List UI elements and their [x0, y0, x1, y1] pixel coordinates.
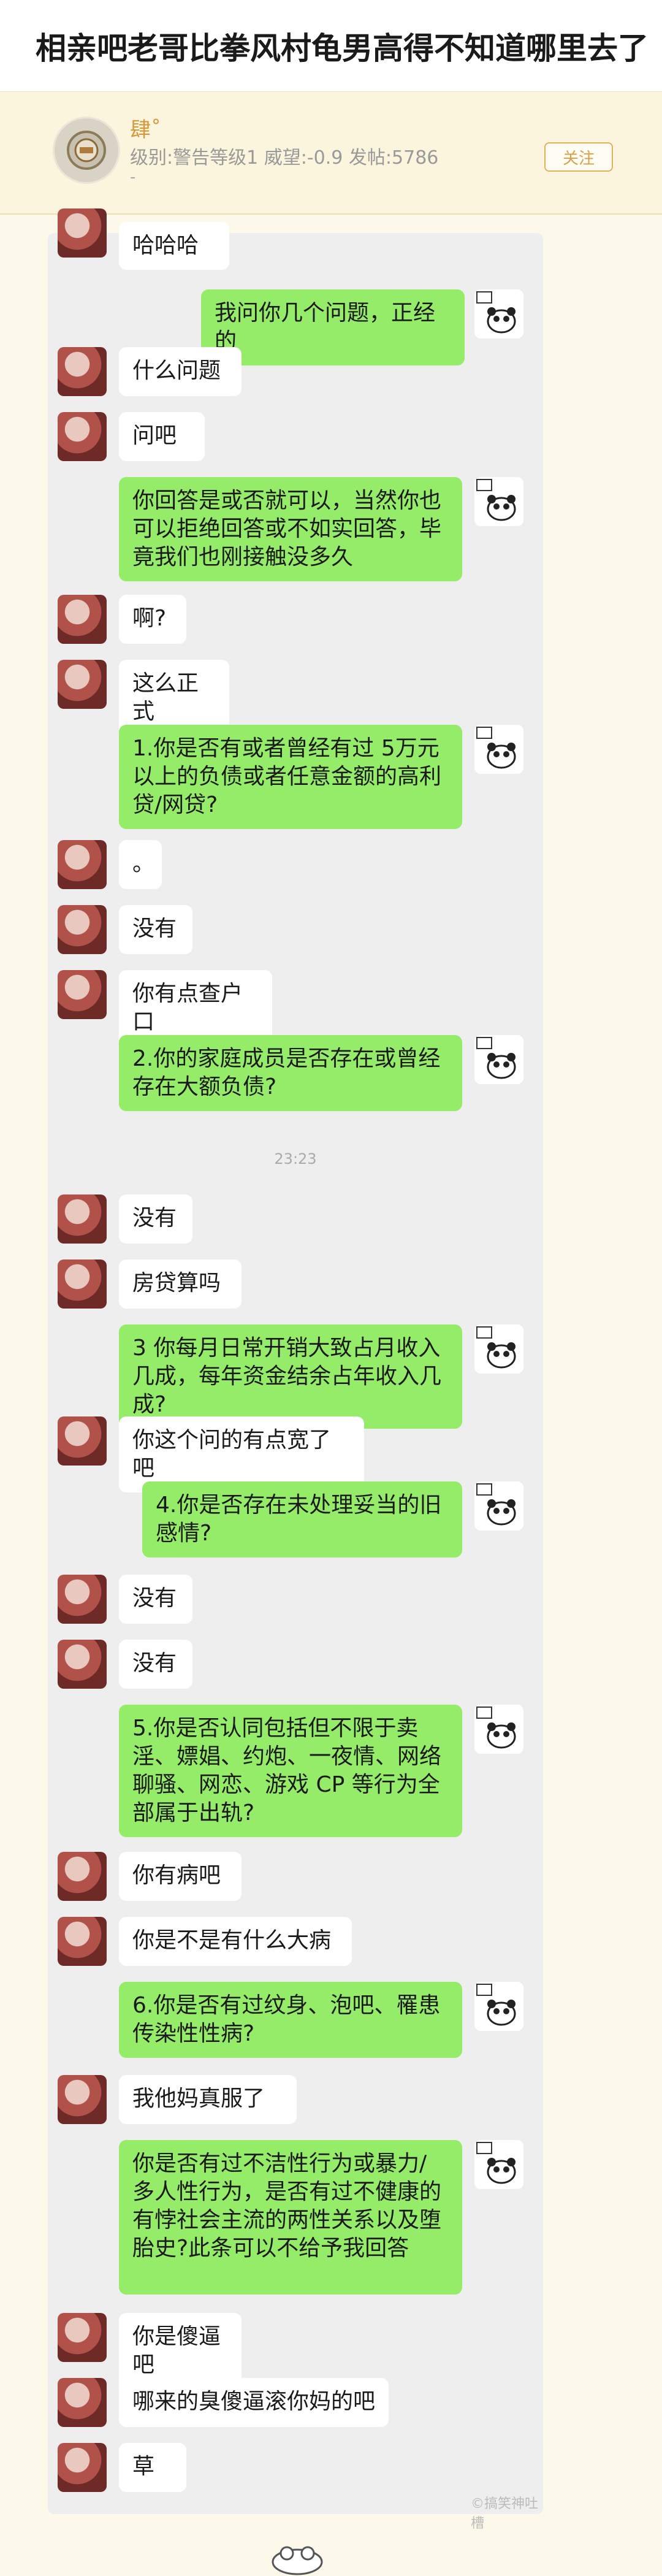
contact-avatar[interactable]: [58, 1640, 107, 1689]
received-message: 什么问题: [119, 347, 242, 396]
contact-avatar[interactable]: [58, 2075, 107, 2124]
received-message: 没有: [119, 1194, 192, 1244]
received-message: 哈哈哈: [119, 222, 229, 270]
sent-message: 6.你是否有过纹身、泡吧、罹患传染性性病?: [119, 1982, 462, 2058]
contact-avatar[interactable]: [58, 1575, 107, 1624]
panda-sticker-icon: [476, 479, 516, 521]
sent-message: 3 你每月日常开销大致占月收入几成，每年资金结余占年收入几成?: [119, 1324, 462, 1429]
footer-mascot-icon: [272, 2546, 323, 2575]
chat-timestamp: 23:23: [274, 1150, 317, 1168]
contact-avatar[interactable]: [58, 840, 107, 889]
panda-sticker-icon: [476, 2142, 516, 2184]
contact-avatar[interactable]: [58, 1917, 107, 1966]
received-message: 没有: [119, 1575, 192, 1624]
author-bar: 肆˚ 级别:警告等级1 威望:-0.9 发帖:5786 - 关注: [0, 92, 662, 215]
received-message: 我他妈真服了: [119, 2075, 297, 2124]
author-meta-extra: -: [130, 168, 136, 186]
received-message: 问吧: [119, 412, 205, 461]
contact-avatar[interactable]: [58, 660, 107, 709]
sender-avatar[interactable]: [474, 289, 523, 338]
received-message: 草: [119, 2443, 186, 2492]
sent-message: 4.你是否存在未处理妥当的旧感情?: [142, 1481, 462, 1557]
panda-sticker-icon: [476, 1483, 516, 1526]
received-message: 你是不是有什么大病: [119, 1917, 352, 1966]
author-meta: 级别:警告等级1 威望:-0.9 发帖:5786: [130, 147, 439, 169]
contact-avatar[interactable]: [58, 412, 107, 461]
contact-avatar[interactable]: [58, 347, 107, 396]
contact-avatar[interactable]: [58, 208, 107, 258]
sent-message: 你回答是或否就可以，当然你也可以拒绝回答或不如实回答，毕竟我们也刚接触没多久: [119, 477, 462, 581]
sent-message: 1.你是否有或者曾经有过 5万元以上的负债或者任意金额的高利贷/网贷?: [119, 725, 462, 829]
sender-avatar[interactable]: [474, 725, 523, 774]
author-name[interactable]: 肆˚: [130, 113, 161, 143]
post-title: 相亲吧老哥比拳风村龟男高得不知道哪里去了: [36, 30, 649, 66]
received-message: 哪来的臭傻逼滚你妈的吧: [119, 2378, 389, 2427]
follow-button[interactable]: 关注: [544, 142, 613, 172]
panda-sticker-icon: [476, 1984, 516, 2026]
chat-screenshot: 23:23 ©搞笑神吐槽 哈哈哈 我问你几个问题，正经的 什么问题 问吧 你回答是或否就…: [48, 208, 543, 2531]
contact-avatar[interactable]: [58, 595, 107, 644]
received-message: 啊?: [119, 595, 186, 644]
post-title-bar: 相亲吧老哥比拳风村龟男高得不知道哪里去了: [0, 0, 662, 92]
panda-sticker-icon: [476, 1707, 516, 1749]
received-message: 房贷算吗: [119, 1259, 242, 1309]
panda-sticker-icon: [476, 727, 516, 769]
contact-avatar[interactable]: [58, 970, 107, 1019]
contact-avatar[interactable]: [58, 2378, 107, 2427]
contact-avatar[interactable]: [58, 1852, 107, 1901]
watermark: ©搞笑神吐槽: [471, 2496, 539, 2531]
sender-avatar[interactable]: [474, 1481, 523, 1531]
panda-sticker-icon: [476, 1326, 516, 1369]
sent-message: 5.你是否认同包括但不限于卖淫、嫖娼、约炮、一夜情、网络聊骚、网恋、游戏 CP …: [119, 1705, 462, 1837]
received-message: 没有: [119, 905, 192, 954]
author-avatar[interactable]: [53, 117, 120, 184]
contact-avatar[interactable]: [58, 905, 107, 954]
received-message: 你有病吧: [119, 1852, 242, 1901]
sent-message: 你是否有过不洁性行为或暴力/多人性行为，是否有过不健康的有悖社会主流的两性关系以…: [119, 2140, 462, 2295]
received-message: 。: [119, 840, 162, 889]
sent-message: 2.你的家庭成员是否存在或曾经存在大额负债?: [119, 1035, 462, 1111]
contact-avatar[interactable]: [58, 2313, 107, 2362]
contact-avatar[interactable]: [58, 1194, 107, 1244]
sender-avatar[interactable]: [474, 1705, 523, 1754]
contact-avatar[interactable]: [58, 1416, 107, 1466]
panda-sticker-icon: [476, 291, 516, 334]
sender-avatar[interactable]: [474, 1035, 523, 1084]
contact-avatar[interactable]: [58, 1259, 107, 1309]
panda-sticker-icon: [476, 1037, 516, 1079]
sender-avatar[interactable]: [474, 477, 523, 526]
contact-avatar[interactable]: [58, 2443, 107, 2492]
sender-avatar[interactable]: [474, 1982, 523, 2031]
sender-avatar[interactable]: [474, 2140, 523, 2189]
received-message: 没有: [119, 1640, 192, 1689]
sender-avatar[interactable]: [474, 1324, 523, 1374]
avatar-emblem-icon: [67, 131, 106, 170]
